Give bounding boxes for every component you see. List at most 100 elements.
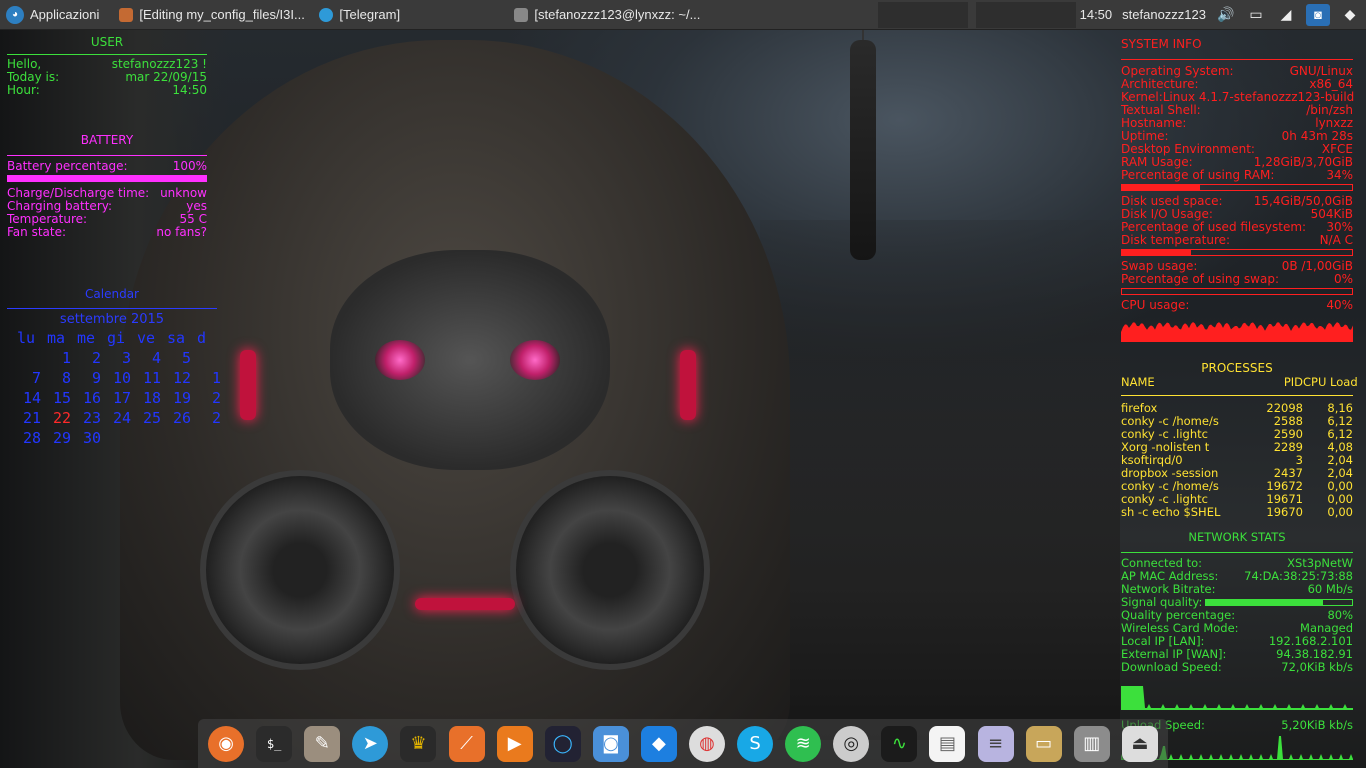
terminal-app-icon: [514, 7, 529, 22]
wallpaper-red-light: [240, 350, 256, 420]
calendar-day: [197, 348, 227, 368]
telegram-app-icon: [319, 7, 334, 22]
system-header: SYSTEM INFO: [1121, 37, 1202, 51]
swap-bar: [1121, 288, 1353, 295]
calendar-day: 5: [181, 349, 191, 367]
spotify-icon[interactable]: ≋: [785, 725, 822, 762]
applications-menu-label: Applicazioni: [30, 7, 100, 22]
task-button-editor[interactable]: [Editing my_config_files/I3I...: [113, 0, 313, 30]
network-rows: Connected to: XSt3pNetW AP MAC Address: 74:…: [1121, 557, 1353, 596]
task-button-telegram[interactable]: [Telegram]: [313, 0, 508, 30]
calendar-day: 2: [91, 349, 101, 367]
calendar-day: 3: [121, 349, 131, 367]
swap-info-label: Percentage of using swap:: [1121, 272, 1280, 286]
calendar-weekday: gi: [107, 329, 126, 347]
editor-app-icon: [119, 7, 134, 22]
trash-icon[interactable]: ▥: [1073, 725, 1110, 762]
task-button-terminal[interactable]: [stefanozzz123@lynxzz: ~/...: [508, 0, 708, 30]
network-header: NETWORK STATS: [1188, 530, 1286, 544]
calendar-day: 17: [112, 389, 131, 407]
processes-header: PROCESSES: [1201, 361, 1273, 375]
folder-icon[interactable]: ▭: [1025, 725, 1062, 762]
application-dock: ◉ $_ ✎ ➤ ♛ ⟋ ▶ ◯ ◙ ◆ ◍ S ≋ ◎ ∿ ▤ ≡ ▭ ▥ ⏏: [198, 719, 1168, 768]
game-icon[interactable]: ♛: [400, 725, 437, 762]
workspace-switcher[interactable]: [975, 1, 1076, 28]
wallpaper-red-light: [680, 350, 696, 420]
panel-user-name[interactable]: stefanozzz123: [1122, 7, 1206, 22]
media-player-icon[interactable]: ▶: [496, 725, 533, 762]
task-label: [Editing my_config_files/I3I...: [139, 7, 305, 22]
network-icon[interactable]: ◢: [1276, 6, 1296, 23]
calendar-weekday: me: [77, 329, 96, 347]
calendar-weekday: ma: [47, 329, 66, 347]
battery-header: BATTERY: [80, 133, 134, 147]
task-label: [Telegram]: [339, 7, 401, 22]
volume-icon[interactable]: 🔊: [1216, 6, 1236, 23]
conky-user-section: USER Hello, stefanozzz123 ! Today is: mar …: [7, 36, 207, 97]
screenshot-icon[interactable]: ◙: [592, 725, 629, 762]
process-pid: 19670: [1266, 505, 1303, 519]
divider: [1121, 395, 1353, 396]
text-editor-icon[interactable]: ▤: [929, 725, 966, 762]
screenshot-tray-icon[interactable]: ◙: [1306, 3, 1330, 26]
notes-icon[interactable]: ≡: [977, 725, 1014, 762]
skype-icon[interactable]: S: [737, 725, 774, 762]
calendar-day: 14: [22, 389, 41, 407]
gimp-icon[interactable]: ✎: [304, 725, 341, 762]
wallpaper-gas-mask: [330, 250, 610, 470]
workspace-switcher[interactable]: [877, 1, 968, 28]
app-icon[interactable]: ⟋: [448, 725, 485, 762]
conky-system-section: SYSTEM INFO Operating System: GNU/Linux Ar…: [1121, 37, 1354, 345]
wallpaper-red-light: [415, 598, 515, 610]
calendar-day: [107, 428, 137, 448]
disk-info-label: Disk temperature:: [1121, 233, 1231, 247]
calendar-day: 12: [172, 369, 191, 387]
dropbox-tray-icon[interactable]: ◆: [1340, 6, 1360, 23]
system-monitor-icon[interactable]: ∿: [881, 725, 918, 762]
battery-bar: [7, 175, 207, 182]
applications-menu-button[interactable]: ◕ Applicazioni: [0, 0, 107, 30]
calendar-day: 15: [52, 389, 71, 407]
calendar-header: Calendar: [85, 287, 139, 301]
disk-rows: Disk used space: 15,4GiB/50,0GiB Disk I/O …: [1121, 195, 1353, 247]
telegram-icon[interactable]: ➤: [352, 725, 389, 762]
calendar-day: 4: [151, 349, 161, 367]
calendar-day: 10: [112, 369, 131, 387]
download-graph: [1121, 686, 1353, 710]
dropbox-icon[interactable]: ◆: [640, 725, 677, 762]
cpu-usage-label: CPU usage:: [1121, 298, 1190, 312]
eject-icon[interactable]: ⏏: [1121, 725, 1158, 762]
battery-icon[interactable]: ▭: [1246, 6, 1266, 23]
system-rows: Operating System: GNU/Linux Architecture: x…: [1121, 65, 1354, 182]
panel-clock[interactable]: 14:50: [1080, 7, 1113, 22]
upload-speed-value: 5,20KiB kb/s: [1281, 718, 1353, 732]
webcam-icon[interactable]: ◎: [833, 725, 870, 762]
calendar-day: [197, 428, 227, 448]
calendar-day: 9: [91, 369, 101, 387]
battery-bar-fill: [7, 175, 207, 182]
calendar-day: 28: [22, 429, 41, 447]
user-header: USER: [90, 35, 124, 49]
process-cpu: 0,00: [1327, 505, 1353, 519]
hour-value: 14:50: [172, 83, 207, 97]
calendar-day: 26: [172, 409, 191, 427]
ram-bar: [1121, 184, 1353, 191]
calendar-grid: lu ma me gi ve sa d 1 2 3 4 5 7 8 9 10 11 12 1 14 15 16 17 18 19…: [17, 328, 221, 448]
calendar-day: 7: [31, 369, 41, 387]
divider: [1121, 59, 1353, 60]
firefox-icon[interactable]: ◉: [208, 725, 245, 762]
calendar-day: 19: [172, 389, 191, 407]
calendar-day: 18: [142, 389, 161, 407]
network-info-value: 72,0KiB kb/s: [1281, 660, 1353, 674]
column-cpu-load: CPU Load: [1303, 375, 1358, 389]
chromium-icon[interactable]: ◍: [688, 725, 725, 762]
calendar-month: settembre 2015: [59, 312, 165, 327]
calendar-weekday: d: [197, 329, 207, 347]
terminal-icon[interactable]: $_: [256, 725, 293, 762]
calendar-day: 1: [61, 349, 71, 367]
calendar-day: 1: [211, 369, 221, 387]
simplenote-icon[interactable]: ◯: [544, 725, 581, 762]
calendar-day: 2: [211, 409, 221, 427]
ram-bar-fill: [1122, 185, 1201, 190]
disk-info-value: N/A C: [1319, 233, 1353, 247]
